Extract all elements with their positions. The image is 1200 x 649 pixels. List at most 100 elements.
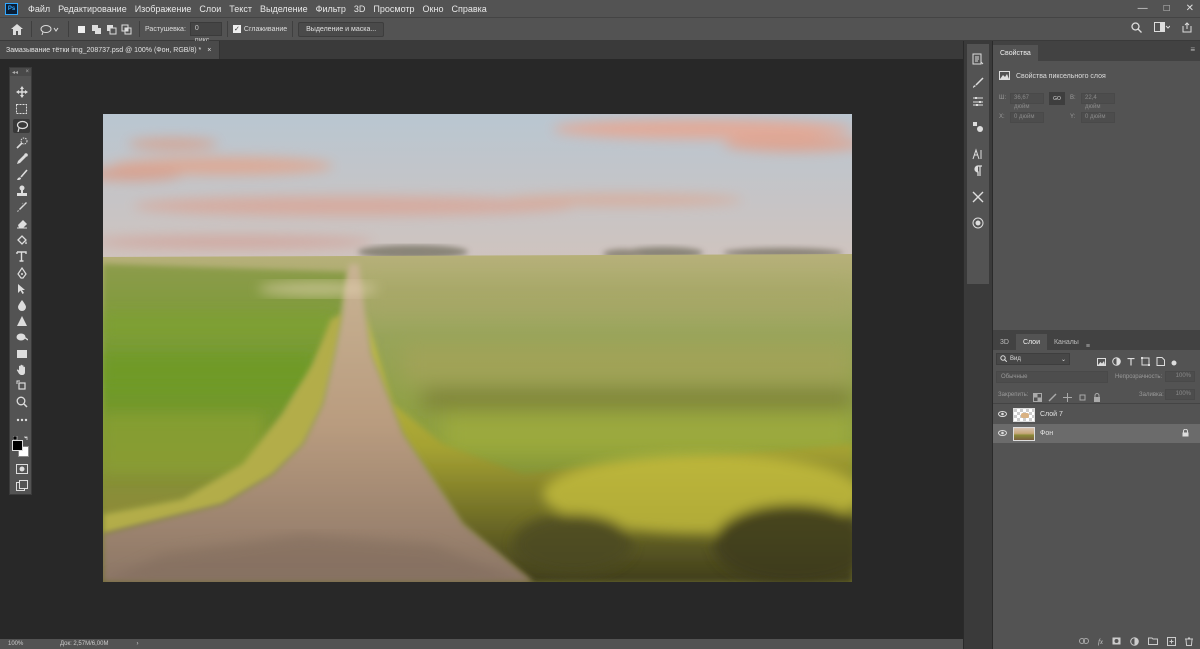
close-tools-button[interactable]: ×	[25, 69, 29, 75]
layer-row[interactable]: Слой 7	[993, 405, 1200, 424]
visibility-eye-icon[interactable]	[993, 410, 1011, 419]
zoom-level[interactable]: 100%	[8, 641, 58, 647]
pen-tool-icon[interactable]	[13, 266, 30, 280]
color-swatches[interactable]	[12, 440, 31, 458]
filter-adjustment-icon[interactable]	[1112, 353, 1121, 371]
home-icon[interactable]	[10, 23, 24, 35]
maximize-button[interactable]: □	[1164, 3, 1170, 14]
menu-edit[interactable]: Редактирование	[54, 4, 131, 14]
quick-mask-icon[interactable]	[13, 462, 30, 476]
menu-window[interactable]: Окно	[419, 4, 448, 14]
screen-mode-icon[interactable]	[13, 478, 30, 492]
status-menu-arrow[interactable]: ›	[136, 641, 138, 647]
add-to-selection-icon[interactable]	[91, 24, 102, 35]
hand-tool-icon[interactable]	[13, 363, 30, 377]
add-mask-icon[interactable]	[1112, 637, 1121, 647]
document-tab[interactable]: Замазывание тётки img_208737.psd @ 100% …	[0, 41, 221, 59]
canvas-image[interactable]	[103, 114, 852, 582]
libraries-icon[interactable]	[970, 120, 986, 134]
layer-name[interactable]: Слой 7	[1040, 411, 1063, 418]
move-tool-icon[interactable]	[13, 85, 30, 99]
fill-input[interactable]: 100%	[1165, 389, 1195, 400]
eyedropper-tool-icon[interactable]	[13, 152, 30, 166]
zoom-tool-icon[interactable]	[13, 395, 30, 409]
menu-3d[interactable]: 3D	[350, 4, 370, 14]
layer-filter-select[interactable]: Вид ⌄	[996, 353, 1070, 365]
visibility-eye-icon[interactable]	[993, 429, 1011, 438]
tab-channels[interactable]: Каналы	[1047, 334, 1086, 350]
close-tab-icon[interactable]: ×	[207, 47, 211, 54]
lasso-tool-preset-icon[interactable]	[39, 24, 61, 35]
text-tool-icon[interactable]	[13, 249, 30, 263]
rotate-view-icon[interactable]	[13, 379, 30, 393]
subtract-selection-icon[interactable]	[106, 24, 117, 35]
layer-row[interactable]: Фон	[993, 424, 1200, 443]
rectangle-tool-icon[interactable]	[13, 347, 30, 361]
menu-text[interactable]: Текст	[225, 4, 256, 14]
workspace-icon[interactable]	[1154, 22, 1171, 35]
lasso-tool-icon[interactable]	[13, 119, 30, 133]
stamp-tool-icon[interactable]	[13, 184, 30, 198]
layers-menu-icon[interactable]: ≡	[1086, 343, 1090, 350]
history-panel-icon[interactable]	[970, 52, 986, 66]
select-and-mask-button[interactable]: Выделение и маска...	[298, 21, 385, 37]
path-selection-icon[interactable]	[13, 282, 30, 296]
new-selection-icon[interactable]	[76, 24, 87, 35]
y-field[interactable]: 0 дюйм	[1081, 112, 1115, 123]
layer-name[interactable]: Фон	[1040, 430, 1053, 437]
tool-presets-icon[interactable]	[970, 190, 986, 204]
filter-smart-object-icon[interactable]	[1156, 353, 1165, 371]
dodge-tool-icon[interactable]	[13, 330, 30, 344]
panel-menu-icon[interactable]: ≡	[1190, 45, 1195, 54]
brush-tool-icon[interactable]	[13, 168, 30, 182]
collapse-tools-button[interactable]: ◂◂	[12, 69, 18, 76]
search-icon[interactable]	[1131, 22, 1142, 35]
filter-shape-icon[interactable]	[1141, 353, 1150, 371]
intersect-selection-icon[interactable]	[121, 24, 132, 35]
filter-type-icon[interactable]	[1127, 353, 1135, 371]
link-dimensions-icon[interactable]: GO	[1049, 92, 1065, 105]
x-field[interactable]: 0 дюйм	[1010, 112, 1044, 123]
default-colors-icon[interactable]	[12, 430, 30, 441]
feather-input[interactable]: 0 пикс.	[189, 22, 222, 44]
paths-panel-icon[interactable]	[970, 216, 986, 230]
tab-3d[interactable]: 3D	[993, 334, 1016, 350]
minimize-button[interactable]: —	[1138, 3, 1148, 14]
menu-select[interactable]: Выделение	[256, 4, 312, 14]
menu-view[interactable]: Просмотр	[369, 4, 418, 14]
brush-settings-icon[interactable]	[970, 76, 986, 90]
height-field[interactable]: 22,4 дюйм	[1081, 93, 1115, 110]
menu-filter[interactable]: Фильтр	[312, 4, 350, 14]
fx-icon[interactable]: fx	[1098, 638, 1103, 646]
link-layers-icon[interactable]	[1078, 638, 1089, 646]
share-icon[interactable]	[1182, 22, 1192, 35]
blur-tool-icon[interactable]	[13, 298, 30, 312]
adjustment-layer-icon[interactable]	[1130, 636, 1139, 648]
filter-pixel-icon[interactable]	[1097, 353, 1106, 371]
menu-file[interactable]: Файл	[24, 4, 54, 14]
menu-help[interactable]: Справка	[447, 4, 490, 14]
filter-toggle-icon[interactable]	[1171, 353, 1177, 371]
sharpen-tool-icon[interactable]	[13, 314, 30, 328]
paragraph-panel-icon[interactable]	[970, 164, 986, 178]
marquee-tool-icon[interactable]	[13, 102, 30, 116]
photoshop-logo[interactable]: Ps	[5, 2, 18, 15]
new-group-icon[interactable]	[1148, 637, 1158, 647]
eraser-tool-icon[interactable]	[13, 216, 30, 230]
menu-image[interactable]: Изображение	[131, 4, 196, 14]
adjustments-icon[interactable]	[970, 94, 986, 108]
foreground-color-swatch[interactable]	[12, 440, 23, 451]
history-brush-icon[interactable]	[13, 200, 30, 214]
new-layer-icon[interactable]	[1167, 636, 1176, 648]
delete-layer-icon[interactable]	[1185, 637, 1193, 648]
paint-bucket-icon[interactable]	[13, 233, 30, 247]
character-panel-icon[interactable]	[970, 147, 986, 161]
width-field[interactable]: 36,67 дюйм	[1010, 93, 1044, 110]
more-tools-icon[interactable]	[13, 413, 30, 427]
close-window-button[interactable]: ✕	[1186, 3, 1194, 14]
menu-layers[interactable]: Слои	[195, 4, 225, 14]
quick-selection-tool-icon[interactable]	[13, 136, 30, 150]
tab-properties[interactable]: Свойства	[993, 45, 1038, 61]
antialias-checkbox[interactable]: ✓	[232, 25, 241, 33]
opacity-input[interactable]: 100%	[1165, 371, 1195, 382]
